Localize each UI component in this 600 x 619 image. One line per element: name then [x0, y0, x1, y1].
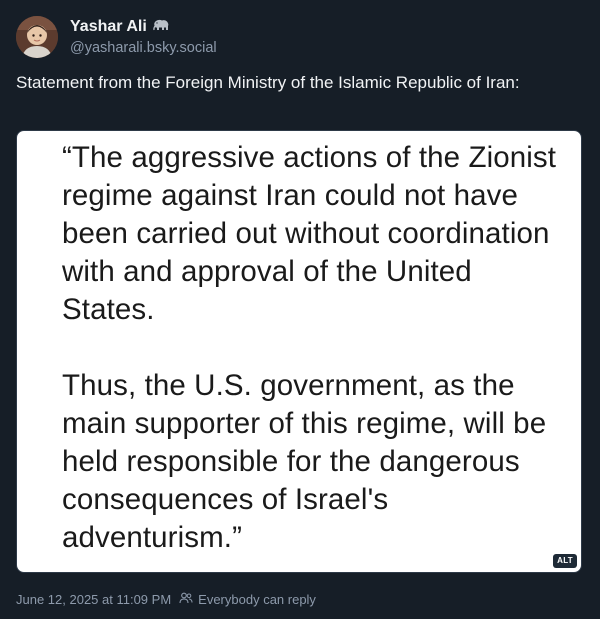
- alt-badge[interactable]: ALT: [553, 554, 577, 568]
- avatar[interactable]: [16, 16, 58, 58]
- quote-paragraph: “The aggressive actions of the Zionist r…: [62, 141, 557, 326]
- post: Yashar Ali @yasharali.bsky.social Statem…: [0, 0, 600, 619]
- elephant-icon: [152, 17, 170, 37]
- post-meta: June 12, 2025 at 11:09 PM Everybody can …: [16, 590, 316, 609]
- post-header: Yashar Ali @yasharali.bsky.social: [16, 14, 217, 60]
- post-timestamp[interactable]: June 12, 2025 at 11:09 PM: [16, 591, 171, 609]
- post-text: Statement from the Foreign Ministry of t…: [16, 73, 520, 92]
- author-handle[interactable]: @yasharali.bsky.social: [70, 38, 217, 58]
- post-image[interactable]: “The aggressive actions of the Zionist r…: [16, 130, 582, 573]
- image-quote-text: “The aggressive actions of the Zionist r…: [62, 139, 572, 557]
- author-display-name[interactable]: Yashar Ali: [70, 17, 147, 37]
- quote-paragraph: Thus, the U.S. government, as the main s…: [62, 369, 547, 554]
- reply-setting: Everybody can reply: [198, 591, 316, 607]
- avatar-image: [16, 16, 58, 58]
- people-icon: [179, 591, 193, 609]
- author-names: Yashar Ali @yasharali.bsky.social: [70, 17, 217, 58]
